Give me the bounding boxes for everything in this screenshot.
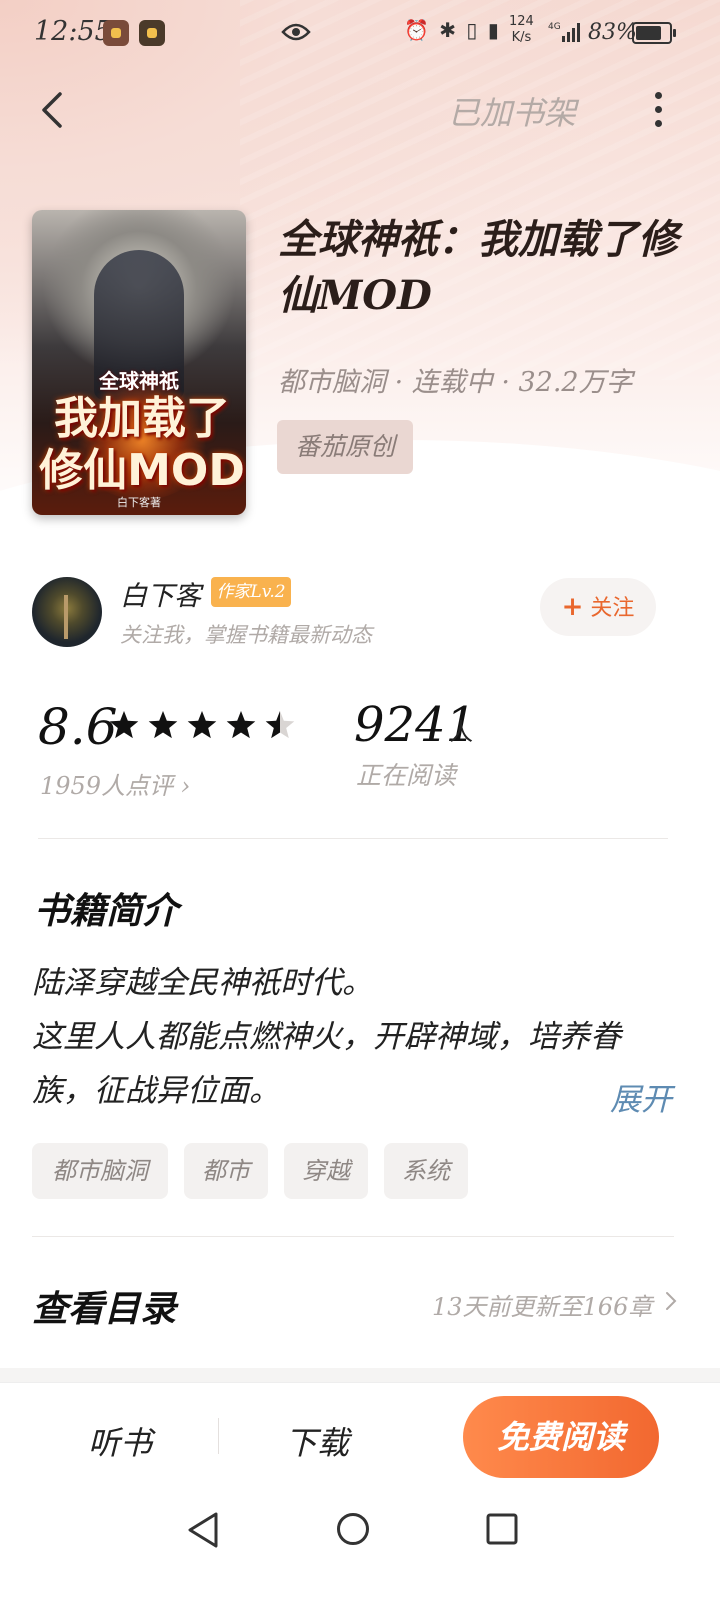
divider — [32, 1236, 674, 1237]
notification-app-icon — [139, 20, 165, 46]
intro-text: 陆泽穿越全民神祇时代。 这里人人都能点燃神火，开辟神域，培养眷族，征战异位面。 — [32, 956, 677, 1118]
toc-update-info[interactable]: 13天前更新至166章 — [432, 1287, 652, 1322]
review-count-link[interactable]: 1959人点评 › — [40, 766, 190, 801]
free-read-button[interactable]: 免费阅读 — [463, 1396, 659, 1478]
net-speed: 124 K/s — [509, 14, 534, 46]
readers-unit: 人 — [449, 718, 473, 746]
follow-button[interactable]: + 关注 — [540, 578, 656, 636]
tag-item[interactable]: 系统 — [384, 1143, 468, 1199]
source-badge: 番茄原创 — [277, 420, 413, 474]
signal-icon: 4G — [548, 22, 580, 42]
nav-back-icon[interactable] — [186, 1511, 220, 1549]
book-meta: 都市脑洞 · 连载中 · 32.2万字 — [278, 367, 633, 398]
nav-recent-apps-icon[interactable] — [486, 1513, 518, 1545]
tag-item[interactable]: 穿越 — [284, 1143, 368, 1199]
book-title: 全球神祇：我加载了修仙MOD — [278, 216, 678, 319]
system-nav-bar — [0, 1492, 720, 1600]
network-type: 4G — [548, 22, 561, 32]
author-name[interactable]: 白下客 — [120, 574, 201, 613]
toc-title[interactable]: 查看目录 — [32, 1280, 176, 1332]
cover-author: 白下客著 — [117, 496, 161, 509]
chevron-right-icon: › — [180, 772, 191, 800]
intro-line: 这里人人都能点燃神火，开辟神域，培养眷族，征战异位面。 — [32, 1019, 621, 1109]
back-arrow-icon[interactable] — [36, 90, 76, 130]
chevron-right-icon[interactable] — [664, 1290, 678, 1312]
rating-stars — [109, 711, 295, 739]
status-bar: 12:55 ⏰ ✱ ▯ ▮ 124 K/s 4G 83% — [0, 0, 720, 70]
cover-title: 我加载了修仙MOD — [39, 393, 245, 496]
system-status-icons: ⏰ ✱ ▯ ▮ — [404, 18, 501, 42]
author-description: 关注我，掌握书籍最新动态 — [120, 623, 372, 647]
author-avatar[interactable] — [32, 577, 102, 647]
tag-item[interactable]: 都市脑洞 — [32, 1143, 168, 1199]
expand-button[interactable]: 展开 — [610, 1074, 672, 1119]
divider — [38, 838, 668, 839]
intro-line: 陆泽穿越全民神祇时代。 — [32, 965, 373, 1001]
star-filled — [187, 711, 217, 739]
notification-app-icon — [103, 20, 129, 46]
divider — [218, 1418, 219, 1454]
status-time: 12:55 — [34, 16, 112, 47]
listen-button[interactable]: 听书 — [88, 1418, 152, 1464]
eye-icon — [281, 23, 311, 41]
star-filled — [148, 711, 178, 739]
cover-subtitle: 全球神祇 — [99, 369, 179, 393]
nav-home-icon[interactable] — [336, 1512, 370, 1546]
rating-score: 8.6 — [38, 698, 118, 756]
bookshelf-status[interactable]: 已加书架 — [448, 88, 576, 134]
book-cover: 全球神祇 我加载了修仙MOD 白下客著 — [32, 210, 246, 515]
follow-label: 关注 — [590, 596, 635, 621]
download-button[interactable]: 下载 — [285, 1418, 349, 1464]
review-count: 1959人点评 — [40, 772, 174, 800]
section-gap — [0, 1368, 720, 1382]
star-filled — [109, 711, 139, 739]
author-level-badge: 作家Lv.2 — [211, 577, 291, 607]
net-speed-value: 124 — [509, 14, 534, 29]
battery-percent: 83% — [588, 20, 637, 45]
tag-item[interactable]: 都市 — [184, 1143, 268, 1199]
readers-label: 正在阅读 — [356, 761, 457, 790]
net-speed-unit: K/s — [511, 30, 532, 45]
plus-icon: + — [561, 592, 584, 622]
battery-icon — [632, 22, 676, 44]
more-options-icon[interactable] — [644, 88, 672, 136]
intro-section-title: 书籍简介 — [34, 890, 179, 932]
star-filled — [226, 711, 256, 739]
